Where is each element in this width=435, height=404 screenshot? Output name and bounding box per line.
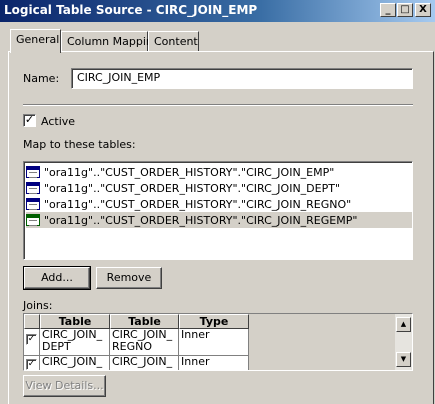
tab-content[interactable]: Content <box>148 31 199 51</box>
close-button[interactable]: X <box>415 3 431 17</box>
minimize-button[interactable]: _ <box>380 3 396 17</box>
title-bar[interactable]: Logical Table Source - CIRC_JOIN_EMP _ □… <box>0 0 435 22</box>
window-title: Logical Table Source - CIRC_JOIN_EMP <box>4 3 258 17</box>
tab-column-mapping[interactable]: Column Mapping <box>61 31 160 51</box>
maximize-button[interactable]: □ <box>397 3 413 17</box>
general-tab-panel <box>8 51 434 404</box>
tab-general[interactable]: General <box>10 29 61 53</box>
